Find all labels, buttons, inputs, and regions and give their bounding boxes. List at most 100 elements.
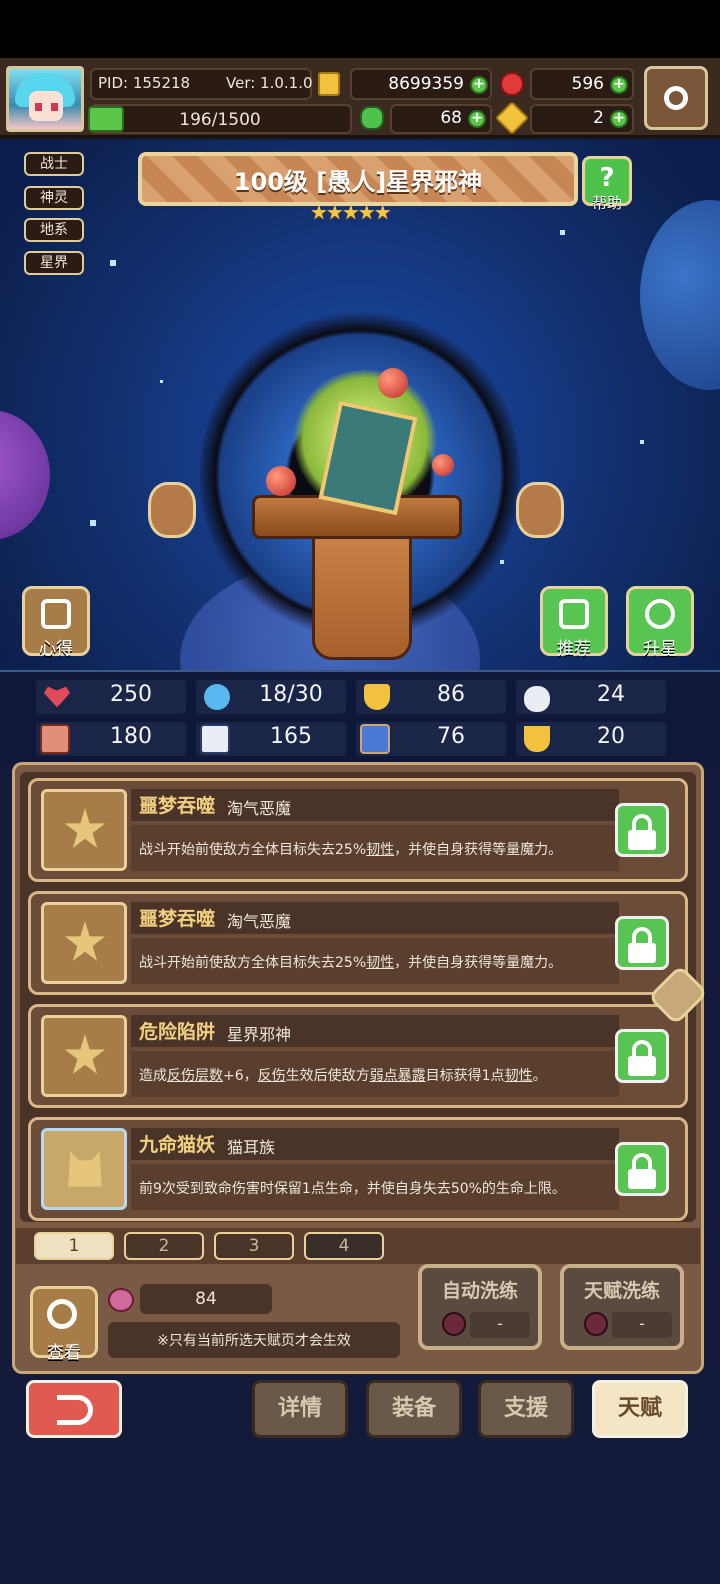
stat-attack: 180: [36, 722, 186, 756]
view-label: 查看: [47, 1343, 81, 1363]
red-orb: [432, 454, 454, 476]
speed-value: 24: [597, 682, 625, 707]
player-avatar[interactable]: [6, 66, 84, 132]
stat-magic: 165: [196, 722, 346, 756]
talent-icon: [41, 902, 127, 984]
fruit-cost-icon: [584, 1312, 608, 1336]
talent-race: 淘气恶魔: [227, 912, 292, 931]
defense-value: 86: [437, 682, 465, 707]
talent-reroll-button[interactable]: 天赋洗练 -: [560, 1264, 684, 1350]
auto-reroll-button[interactable]: 自动洗练 -: [418, 1264, 542, 1350]
return-arrow-icon: [57, 1395, 93, 1425]
ruby-icon: [500, 72, 524, 96]
talent-description: 前9次受到致命伤害时保留1点生命，并使自身失去50%的生命上限。: [139, 1181, 566, 1197]
talent-lock-button[interactable]: [615, 1029, 669, 1083]
category-realm: 星界: [24, 251, 84, 275]
luck-value: 20: [597, 724, 625, 749]
magnifier-icon: [47, 1299, 77, 1329]
tab-page-3[interactable]: 3: [214, 1232, 294, 1260]
red-orb: [266, 466, 296, 496]
coin-icon: [318, 72, 340, 96]
stat-speed: 24: [516, 680, 666, 714]
tab-page-4[interactable]: 4: [304, 1232, 384, 1260]
nav-details[interactable]: 详情: [252, 1380, 348, 1438]
book-icon: [200, 724, 230, 754]
talent-name: 噩梦吞噬: [139, 908, 216, 930]
tab-page-1[interactable]: 1: [34, 1232, 114, 1260]
nav-support[interactable]: 支援: [478, 1380, 574, 1438]
category-element: 地系: [24, 218, 84, 242]
player-id: PID: 155218: [98, 74, 191, 92]
horseshoe-icon: [524, 726, 550, 752]
boot-icon: [360, 724, 390, 754]
gear-icon: [664, 86, 688, 110]
talent-race: 猫耳族: [227, 1138, 276, 1157]
notebook-icon: [41, 599, 71, 629]
star-icon: [64, 1034, 106, 1075]
talent-name: 噩梦吞噬: [139, 795, 216, 817]
talent-race: 淘气恶魔: [227, 799, 292, 818]
help-label: 帮助: [591, 194, 622, 212]
add-gold-button[interactable]: +: [470, 76, 488, 94]
wing-icon: [524, 686, 550, 712]
talent-name: 危险陷阱: [139, 1021, 216, 1043]
blue-planet: [640, 200, 720, 390]
talent-icon: [41, 1015, 127, 1097]
talent-description: 战斗开始前使敌方全体目标失去25%韧性，并使自身获得等量魔力。: [139, 842, 563, 858]
exp-value: 196/1500: [179, 110, 261, 130]
stamina-icon: [88, 106, 124, 132]
back-button[interactable]: [26, 1380, 122, 1438]
talent-slot-4[interactable]: 九命猫妖 猫耳族 前9次受到致命伤害时保留1点生命，并使自身失去50%的生命上限…: [28, 1117, 688, 1221]
purple-planet: [0, 410, 50, 540]
star-up-label: 升星: [643, 639, 677, 659]
star-icon: [64, 808, 106, 849]
add-clover-button[interactable]: +: [468, 110, 486, 128]
talent-lock-button[interactable]: [615, 916, 669, 970]
stat-hp: 250: [36, 680, 186, 714]
talent-slot-2[interactable]: 噩梦吞噬 淘气恶魔 战斗开始前使敌方全体目标失去25%韧性，并使自身获得等量魔力…: [28, 891, 688, 995]
game-version: Ver: 1.0.1.0: [226, 74, 313, 92]
auto-reroll-label: 自动洗练: [441, 1280, 518, 1302]
talent-icon: [41, 789, 127, 871]
star-icon: [645, 599, 675, 629]
question-icon: ?: [599, 163, 615, 193]
settings-button[interactable]: [644, 66, 708, 130]
nav-talent[interactable]: 天赋: [592, 1380, 688, 1438]
prev-hero-button[interactable]: [148, 482, 196, 538]
magic-value: 165: [270, 724, 312, 749]
auto-reroll-cost: -: [470, 1312, 530, 1338]
gem-amount: 596: [571, 74, 604, 94]
fist-icon: [40, 724, 70, 754]
category-type: 神灵: [24, 186, 84, 210]
hp-value: 250: [110, 682, 152, 707]
clover-amount: 68: [440, 108, 462, 128]
stat-defense: 86: [356, 680, 506, 714]
talent-slot-3[interactable]: 危险陷阱 星界邪神 造成反伤层数+6，反伤生效后使敌方弱点暴露目标获得1点韧性。: [28, 1004, 688, 1108]
talent-lock-button[interactable]: [615, 1142, 669, 1196]
talent-reroll-label: 天赋洗练: [583, 1280, 660, 1302]
mana-value: 18/30: [259, 682, 323, 707]
talent-slot-1[interactable]: 噩梦吞噬 淘气恶魔 战斗开始前使敌方全体目标失去25%韧性，并使自身获得等量魔力…: [28, 778, 688, 882]
hero-title: 100级 [愚人]星界邪神: [233, 168, 483, 196]
gold-amount: 8699359: [388, 74, 464, 94]
fruit-amount: 84: [195, 1289, 217, 1309]
next-hero-button[interactable]: [516, 482, 564, 538]
tab-page-2[interactable]: 2: [124, 1232, 204, 1260]
nav-equipment[interactable]: 装备: [366, 1380, 462, 1438]
add-gems-button[interactable]: +: [610, 76, 628, 94]
add-key-button[interactable]: +: [610, 110, 628, 128]
talent-lock-button[interactable]: [615, 803, 669, 857]
talent-reroll-cost: -: [612, 1312, 672, 1338]
resistance-value: 76: [437, 724, 465, 749]
stat-mana: 18/30: [196, 680, 346, 714]
thumbs-up-icon: [559, 599, 589, 629]
shield-icon: [364, 684, 390, 710]
heart-icon: [44, 686, 70, 708]
talent-name: 九命猫妖: [139, 1134, 216, 1156]
droplet-icon: [204, 684, 230, 710]
recommend-label: 推荐: [557, 639, 591, 659]
hero-star-rating: ★★★★★: [310, 200, 392, 224]
active-page-note: ※只有当前所选天赋页才会生效: [157, 1333, 351, 1349]
talent-description: 战斗开始前使敌方全体目标失去25%韧性，并使自身获得等量魔力。: [139, 955, 563, 971]
star-icon: [64, 921, 106, 962]
